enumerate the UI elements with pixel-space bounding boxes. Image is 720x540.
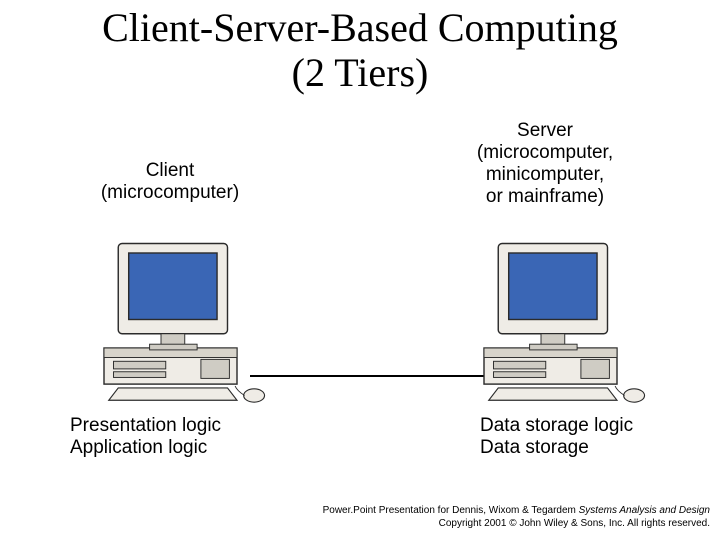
client-label: Client (microcomputer) — [70, 160, 270, 204]
slide: Client-Server-Based Computing (2 Tiers) … — [0, 0, 720, 540]
slide-title: Client-Server-Based Computing (2 Tiers) — [0, 6, 720, 96]
footer-book-title: Systems Analysis and Design — [579, 505, 710, 516]
client-caption: Presentation logic Application logic — [70, 415, 290, 459]
server-label: Server (microcomputer, minicomputer, or … — [425, 120, 665, 207]
connection-line — [250, 375, 485, 377]
footer: Power.Point Presentation for Dennis, Wix… — [0, 505, 720, 530]
footer-prefix: Power.Point Presentation for Dennis, Wix… — [323, 505, 579, 516]
footer-line2: Copyright 2001 © John Wiley & Sons, Inc.… — [0, 518, 710, 531]
client-computer-icon — [85, 215, 275, 405]
footer-line1: Power.Point Presentation for Dennis, Wix… — [0, 505, 710, 518]
server-computer-icon — [465, 215, 655, 405]
diagram-area: Client (microcomputer) Server (microcomp… — [50, 115, 670, 485]
server-caption: Data storage logic Data storage — [480, 415, 700, 459]
